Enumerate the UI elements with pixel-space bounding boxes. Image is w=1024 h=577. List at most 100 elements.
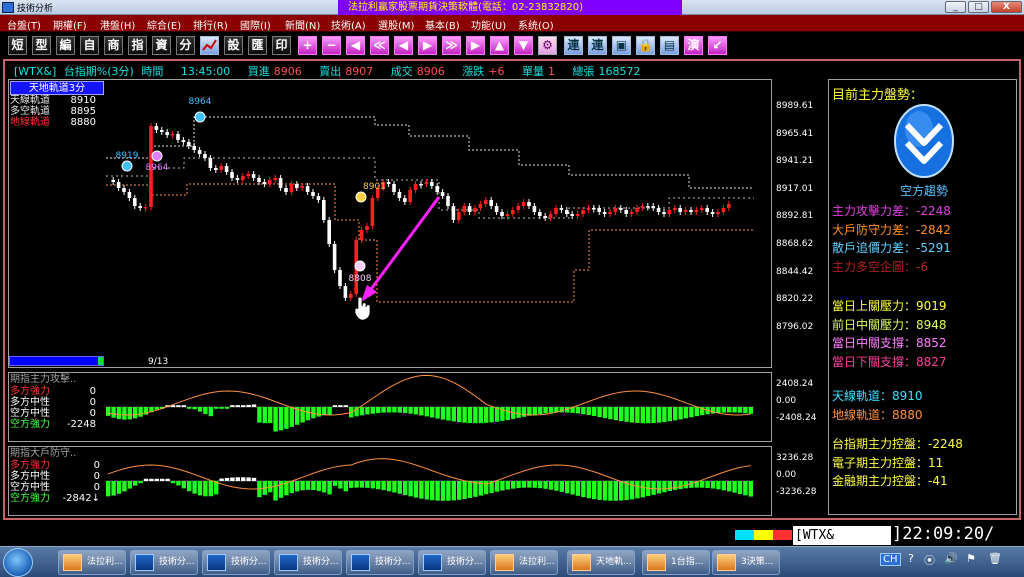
taskbar-button[interactable]: 3決策... [712,550,780,575]
down-button[interactable]: ▼ [514,36,533,55]
indicator-bar [376,481,381,490]
volume-value: 1 [547,65,555,78]
tool-button[interactable]: 編 [56,36,75,55]
scroll-thumb[interactable] [98,357,103,365]
indicator-bar [500,481,505,491]
menu-item[interactable]: 台盤(T) [7,17,41,32]
menu-item[interactable]: 新聞(N) [285,17,320,32]
indicator-bar [116,481,122,494]
tool-button[interactable]: 匯 [248,36,267,55]
taskbar-button[interactable]: 技術分... [346,550,414,575]
candle-body [268,180,272,184]
indicator-bar [613,481,618,501]
volume-icon[interactable]: 🔊 [944,552,958,565]
menu-item[interactable]: 國際(I) [240,17,271,32]
menu-item[interactable]: 系统(O) [518,17,554,32]
tool-button[interactable]: 資 [152,36,171,55]
minimize-button[interactable]: _ [945,1,966,13]
signal-marker[interactable] [121,160,133,172]
taskbar-button[interactable]: 法拉利... [58,550,126,575]
candle-body [192,146,196,150]
grid-icon[interactable]: ▤ [660,36,679,55]
signal-marker[interactable] [151,150,163,162]
candle-body [651,206,655,208]
lock-icon[interactable]: 🔒 [636,36,655,55]
tool-button[interactable]: 連 [588,36,607,55]
taskbar-button[interactable]: 技術分... [130,550,198,575]
maximize-button[interactable]: □ [968,1,989,13]
legend-label: 多空軌道 [10,106,50,117]
help-icon[interactable]: ? [908,552,914,565]
candle-body [451,206,456,220]
layout-icon[interactable]: ▣ [612,36,631,55]
menu-item[interactable]: 技術(A) [331,17,366,32]
defense-indicator-chart[interactable] [9,447,771,515]
chart-icon[interactable] [200,36,219,55]
taskbar-button[interactable]: 技術分... [202,550,270,575]
taskbar-label: 法拉利... [519,557,555,567]
menu-item[interactable]: 功能(U) [471,17,506,32]
taskbar-button[interactable]: 法拉利... [490,550,558,575]
attack-indicator-chart[interactable] [9,373,771,441]
tool-button[interactable]: 演 [684,36,703,55]
scroll-track[interactable] [9,356,104,366]
candle-body [138,206,142,208]
tool-button[interactable]: 印 [272,36,291,55]
settings-icon[interactable]: ⚙ [538,36,557,55]
indicator-bar [430,407,435,418]
menu-item[interactable]: 綜合(E) [147,17,181,32]
tool-button[interactable]: 短 [8,36,27,55]
signal-marker[interactable] [354,260,366,272]
tool-button[interactable]: 連 [564,36,583,55]
zoom-out-button[interactable]: − [322,36,341,55]
taskbar-button[interactable]: 天地軌... [567,550,635,575]
export-icon[interactable]: ↙ [708,36,727,55]
title-bar: 技術分析 法拉利贏家股票期貨決策軟體(電話：02-23832820) _ □ X [0,0,1024,15]
indicator-bar [273,481,278,501]
tool-button[interactable]: 設 [224,36,243,55]
network-icon[interactable]: ⦿ [924,552,935,568]
indicator-bar [548,407,554,413]
indicator-bar [597,481,602,500]
taskbar-button[interactable]: 技術分... [418,550,486,575]
candle-body [581,210,585,214]
taskbar-button[interactable]: 技術分... [274,550,342,575]
indicator-bar [484,407,489,423]
status-symbol[interactable]: [WTX& [793,526,891,545]
menu-item[interactable]: 期權(F) [53,17,87,32]
up-button[interactable]: ▲ [490,36,509,55]
menu-item[interactable]: 選股(M) [378,17,414,32]
language-indicator[interactable]: CH [880,553,901,566]
recycle-icon[interactable]: 🗑 [988,552,1002,565]
left-button[interactable]: ◀ [394,36,413,55]
candlestick-chart[interactable]: 8964 8919 8964 8901 8808 [9,80,771,367]
close-button[interactable]: X [991,1,1022,13]
page-right-button[interactable]: ≫ [442,36,461,55]
indicator-label: 多方中性 [10,397,50,408]
tool-button[interactable]: 分 [176,36,195,55]
status-swatch [773,530,792,540]
indicator-bar [403,407,408,414]
indicator-bar [365,407,370,415]
prev-button[interactable]: ◀ [346,36,365,55]
signal-marker[interactable] [355,191,367,203]
right-button[interactable]: ▶ [418,36,437,55]
menu-item[interactable]: 基本(B) [425,17,460,32]
taskbar-button[interactable]: 1台指... [642,550,710,575]
indicator-bar [662,407,667,423]
tool-button[interactable]: 商 [104,36,123,55]
menu-item[interactable]: 港盤(H) [100,17,135,32]
flag-icon[interactable]: ⚑ [966,552,976,565]
next-button[interactable]: ▶ [466,36,485,55]
indicator-bar [305,407,311,421]
tool-button[interactable]: 自 [80,36,99,55]
tool-button[interactable]: 指 [128,36,147,55]
menu-item[interactable]: 排行(R) [193,17,228,32]
candle-body [419,184,423,186]
page-left-button[interactable]: ≪ [370,36,389,55]
zoom-in-button[interactable]: + [298,36,317,55]
indicator-bar [548,481,554,490]
tool-button[interactable]: 型 [32,36,51,55]
start-button[interactable] [3,548,33,577]
signal-marker[interactable] [194,111,206,123]
